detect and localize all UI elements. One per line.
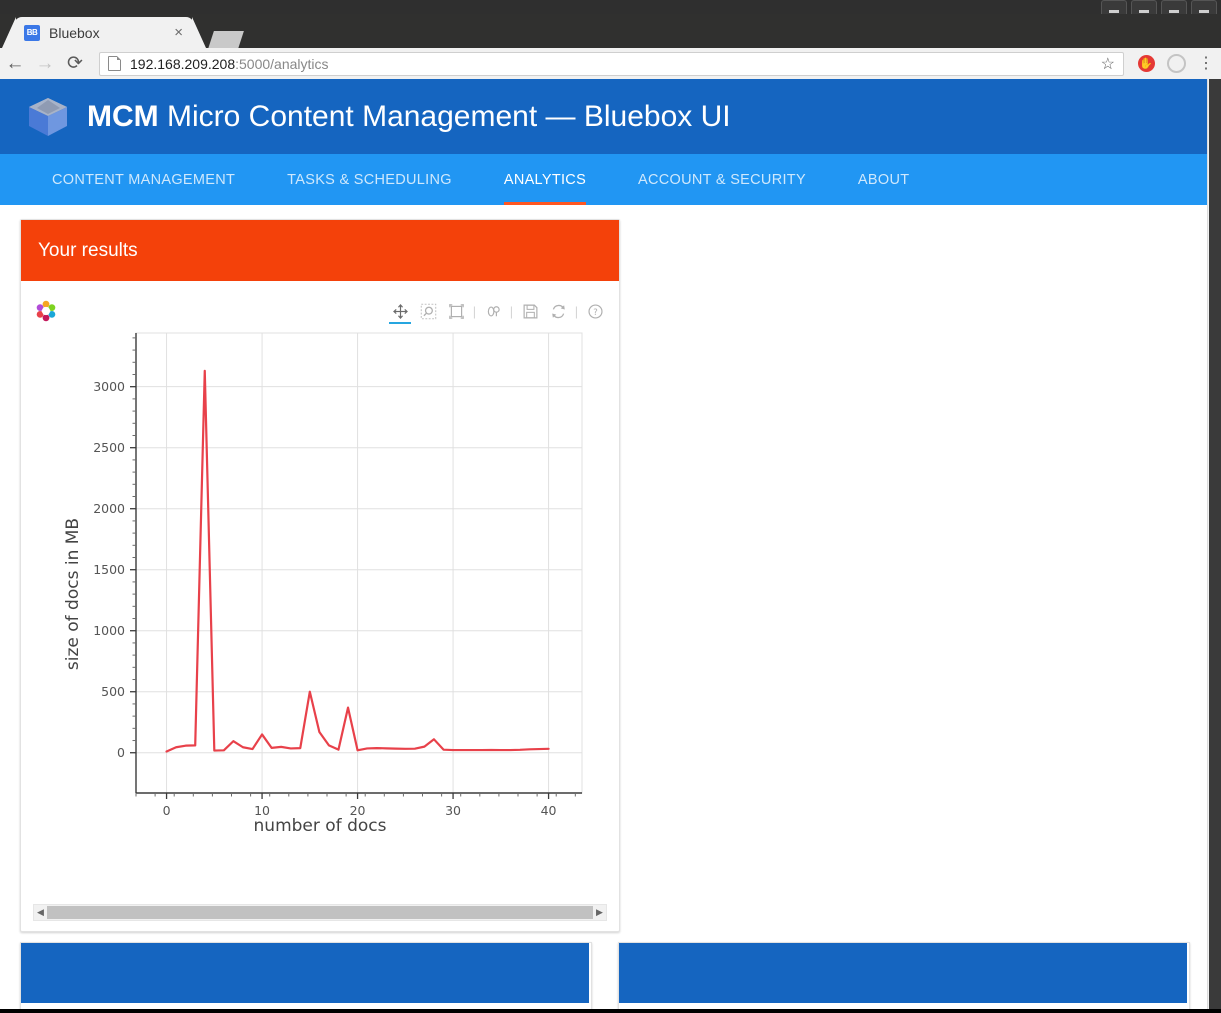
x-tick-label: 10 bbox=[254, 803, 271, 818]
profile-circle-icon[interactable] bbox=[1161, 49, 1191, 79]
address-bar[interactable]: 192.168.209.208:5000/analytics ☆ bbox=[99, 51, 1124, 76]
browser-tab-bluebox[interactable]: BB Bluebox × bbox=[14, 17, 194, 48]
hscroll-left-arrow[interactable]: ◀ bbox=[34, 907, 47, 918]
plot-horizontal-scrollbar[interactable]: ◀ ▶ bbox=[33, 904, 607, 921]
window-maximize-button[interactable] bbox=[1131, 0, 1157, 15]
tab-right-edge bbox=[192, 17, 206, 48]
save-glyph bbox=[523, 304, 537, 318]
tab-favicon: BB bbox=[24, 24, 40, 41]
bottom-card-left-header bbox=[21, 943, 589, 1003]
pan-glyph bbox=[392, 303, 408, 319]
app-brand: MCM Micro Content Management — Bluebox U… bbox=[87, 100, 731, 134]
y-tick-label: 1500 bbox=[93, 561, 125, 577]
bokeh-toolbar: | | | ? bbox=[35, 293, 609, 329]
results-card-header: Your results bbox=[21, 220, 619, 281]
hover-glyph bbox=[487, 305, 500, 317]
box-select-tool-icon[interactable] bbox=[442, 296, 470, 326]
back-icon[interactable]: ← bbox=[0, 49, 30, 79]
box-zoom-tool-icon[interactable] bbox=[414, 296, 442, 326]
reset-glyph bbox=[551, 304, 565, 318]
help-glyph: ? bbox=[587, 303, 603, 319]
tab-analytics[interactable]: ANALYTICS bbox=[478, 154, 612, 205]
adblock-extension-icon[interactable]: ✋ bbox=[1131, 49, 1161, 79]
tab-tasks-scheduling[interactable]: TASKS & SCHEDULING bbox=[261, 154, 478, 205]
svg-text:?: ? bbox=[593, 307, 598, 317]
tab-title: Bluebox bbox=[49, 24, 100, 41]
app-header: MCM Micro Content Management — Bluebox U… bbox=[0, 79, 1209, 154]
browser-toolbar: ← → ⟳ 192.168.209.208:5000/analytics ☆ ✋… bbox=[0, 48, 1221, 79]
bottom-card-right-header bbox=[619, 943, 1187, 1003]
app-navbar: CONTENT MANAGEMENT TASKS & SCHEDULING AN… bbox=[0, 154, 1209, 205]
brand-long: Micro Content Management — Bluebox UI bbox=[167, 99, 731, 133]
y-tick-label: 0 bbox=[117, 744, 125, 760]
window-minimize-button[interactable] bbox=[1101, 0, 1127, 15]
y-tick-label: 2000 bbox=[93, 500, 125, 516]
x-tick-label: 0 bbox=[162, 803, 171, 818]
url-host: 192.168.209.208 bbox=[130, 55, 236, 72]
reset-tool-icon[interactable] bbox=[544, 296, 572, 326]
reload-icon[interactable]: ⟳ bbox=[60, 49, 90, 79]
x-tick-label: 30 bbox=[445, 803, 462, 818]
screen: BB Bluebox × ← → ⟳ 192.168.209.208:5000/… bbox=[0, 0, 1221, 1013]
toolbar-separator-2: | bbox=[509, 303, 514, 319]
bottom-card-left bbox=[20, 942, 592, 1009]
x-tick-label: 20 bbox=[349, 803, 366, 818]
page-viewport: MCM Micro Content Management — Bluebox U… bbox=[0, 79, 1209, 1009]
window-titlebar bbox=[0, 0, 1221, 15]
window-controls bbox=[1101, 0, 1217, 15]
address-bar-url: 192.168.209.208:5000/analytics bbox=[130, 56, 329, 72]
bokeh-tool-group: | | | ? bbox=[386, 296, 609, 326]
url-path: :5000/analytics bbox=[235, 55, 329, 72]
x-tick-label: 40 bbox=[540, 803, 557, 818]
window-right-gutter bbox=[1209, 79, 1221, 1009]
bookmark-star-icon[interactable]: ☆ bbox=[1101, 54, 1115, 74]
page-content: Your results | | | ? size of docs in MB … bbox=[0, 205, 1209, 1009]
box-select-glyph bbox=[448, 303, 464, 319]
results-card-title: Your results bbox=[38, 239, 138, 261]
y-tick-label: 500 bbox=[101, 683, 125, 699]
pan-tool-icon[interactable] bbox=[386, 296, 414, 326]
y-tick-label: 3000 bbox=[93, 378, 125, 394]
box-zoom-glyph bbox=[420, 303, 436, 319]
kebab-glyph: ⋮ bbox=[1198, 54, 1214, 72]
hscroll-right-arrow[interactable]: ▶ bbox=[593, 907, 606, 918]
bokeh-logo-svg bbox=[36, 300, 56, 322]
profile-ring bbox=[1166, 54, 1186, 73]
bokeh-plot[interactable]: Line graph: doc type statistics--MBs siz… bbox=[21, 329, 619, 874]
y-tick-label: 1000 bbox=[93, 622, 125, 638]
hover-tool-icon[interactable] bbox=[479, 296, 507, 326]
help-tool-icon[interactable]: ? bbox=[581, 296, 609, 326]
browser-tabstrip: BB Bluebox × bbox=[0, 14, 1221, 55]
results-card-body: | | | ? size of docs in MB number of doc… bbox=[21, 281, 619, 931]
brand-short: MCM bbox=[87, 99, 159, 133]
y-tick-label: 2500 bbox=[93, 439, 125, 455]
tab-close-icon[interactable]: × bbox=[171, 25, 186, 40]
tab-about[interactable]: ABOUT bbox=[832, 154, 935, 205]
hscroll-thumb[interactable] bbox=[47, 906, 593, 919]
tab-content-management[interactable]: CONTENT MANAGEMENT bbox=[26, 154, 261, 205]
window-close-button[interactable] bbox=[1191, 0, 1217, 15]
browser-menu-icon[interactable]: ⋮ bbox=[1191, 49, 1221, 79]
results-card: Your results | | | ? size of docs in MB … bbox=[20, 219, 620, 932]
mcm-box-logo-svg bbox=[29, 97, 67, 136]
bokeh-logo bbox=[35, 300, 57, 322]
tab-account-security[interactable]: ACCOUNT & SECURITY bbox=[612, 154, 832, 205]
forward-icon: → bbox=[35, 52, 55, 74]
chart-canvas bbox=[130, 332, 583, 799]
toolbar-separator-1: | bbox=[472, 303, 477, 319]
bottom-card-right bbox=[618, 942, 1190, 1009]
toolbar-separator-3: | bbox=[574, 303, 579, 319]
window-restore-button[interactable] bbox=[1161, 0, 1187, 15]
adblock-icon: ✋ bbox=[1137, 55, 1155, 72]
mcm-box-logo bbox=[26, 95, 70, 139]
page-info-icon bbox=[108, 56, 121, 71]
save-tool-icon[interactable] bbox=[516, 296, 544, 326]
